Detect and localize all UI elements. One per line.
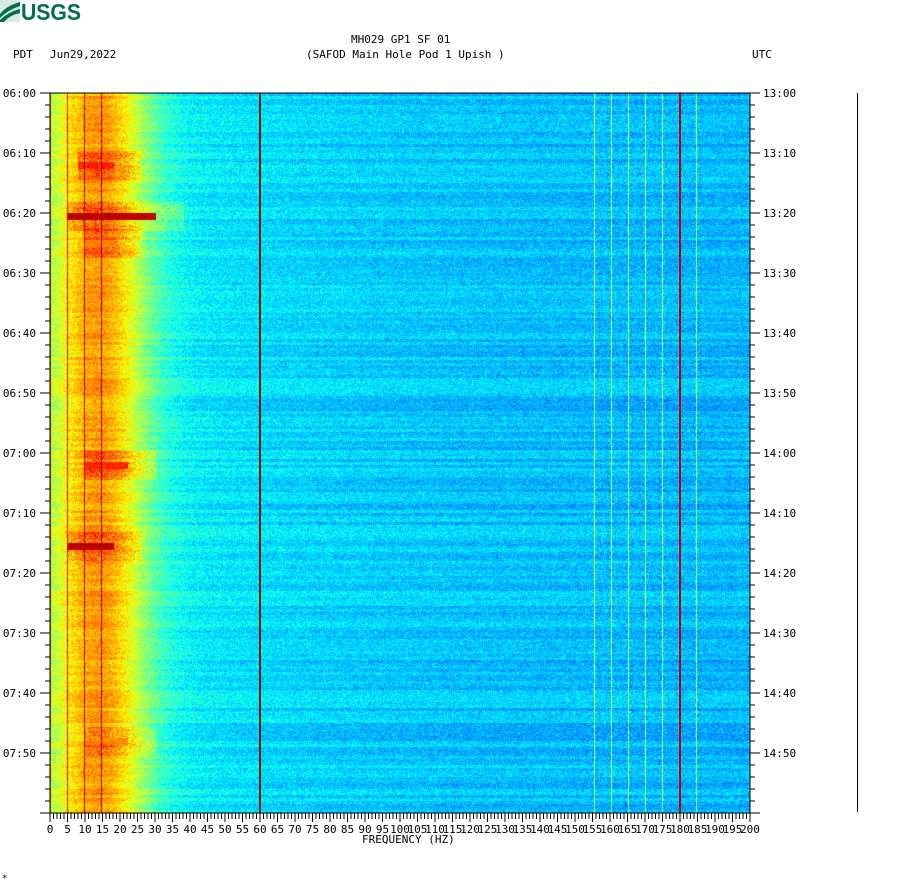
y-left-tick-label: 07:00 [3, 447, 36, 460]
x-tick-label: 70 [288, 823, 301, 836]
y-right-tick-label: 13:00 [763, 87, 796, 100]
y-right-tick-label: 13:10 [763, 147, 796, 160]
x-tick-label: 0 [47, 823, 54, 836]
x-tick-label: 15 [96, 823, 109, 836]
y-right-tick-label: 13:20 [763, 207, 796, 220]
y-left-tick-label: 06:30 [3, 267, 36, 280]
x-tick-label: 30 [148, 823, 161, 836]
y-left-tick-label: 06:00 [3, 87, 36, 100]
plot-frame [49, 92, 751, 814]
y-left-tick-label: 07:20 [3, 567, 36, 580]
y-right-tick-label: 13:40 [763, 327, 796, 340]
x-tick-label: 75 [306, 823, 319, 836]
y-left-tick-label: 06:50 [3, 387, 36, 400]
x-tick-label: 10 [78, 823, 91, 836]
chart-axes: 0 5 10 15 20 25 30 35 40 45 50 55 60 65 70 75 80 85 90 95 10… [3, 87, 796, 836]
x-tick-label: 20 [113, 823, 126, 836]
x-axis-label: FREQUENCY (HZ) [362, 833, 455, 846]
x-tick-label: 60 [253, 823, 266, 836]
x-tick-label: 85 [341, 823, 354, 836]
x-tick-label: 65 [271, 823, 284, 836]
y-right-tick-label: 14:30 [763, 627, 796, 640]
y-right-tick-label: 14:00 [763, 447, 796, 460]
y-right-tick-label: 14:50 [763, 747, 796, 760]
y-right-tick-label: 13:50 [763, 387, 796, 400]
x-tick-label: 45 [201, 823, 214, 836]
y-right-tick-label: 14:40 [763, 687, 796, 700]
y-left-tick-label: 07:10 [3, 507, 36, 520]
y-left-tick-label: 06:20 [3, 207, 36, 220]
y-left-tick-label: 07:40 [3, 687, 36, 700]
x-tick-label: 35 [166, 823, 179, 836]
x-tick-label: 200 [740, 823, 760, 836]
x-tick-label: 25 [131, 823, 144, 836]
y-left-tick-label: 06:10 [3, 147, 36, 160]
y-right-tick-label: 14:10 [763, 507, 796, 520]
footer-mark: * [2, 874, 8, 884]
x-tick-label: 55 [236, 823, 249, 836]
y-left-tick-label: 07:30 [3, 627, 36, 640]
x-tick-label: 80 [323, 823, 336, 836]
y-left-tick-label: 06:40 [3, 327, 36, 340]
x-tick-label: 50 [218, 823, 231, 836]
colorbar-line [857, 93, 858, 812]
y-right-tick-label: 13:30 [763, 267, 796, 280]
y-left-tick-label: 07:50 [3, 747, 36, 760]
x-tick-label: 40 [183, 823, 196, 836]
y-right-tick-label: 14:20 [763, 567, 796, 580]
x-tick-label: 5 [64, 823, 71, 836]
